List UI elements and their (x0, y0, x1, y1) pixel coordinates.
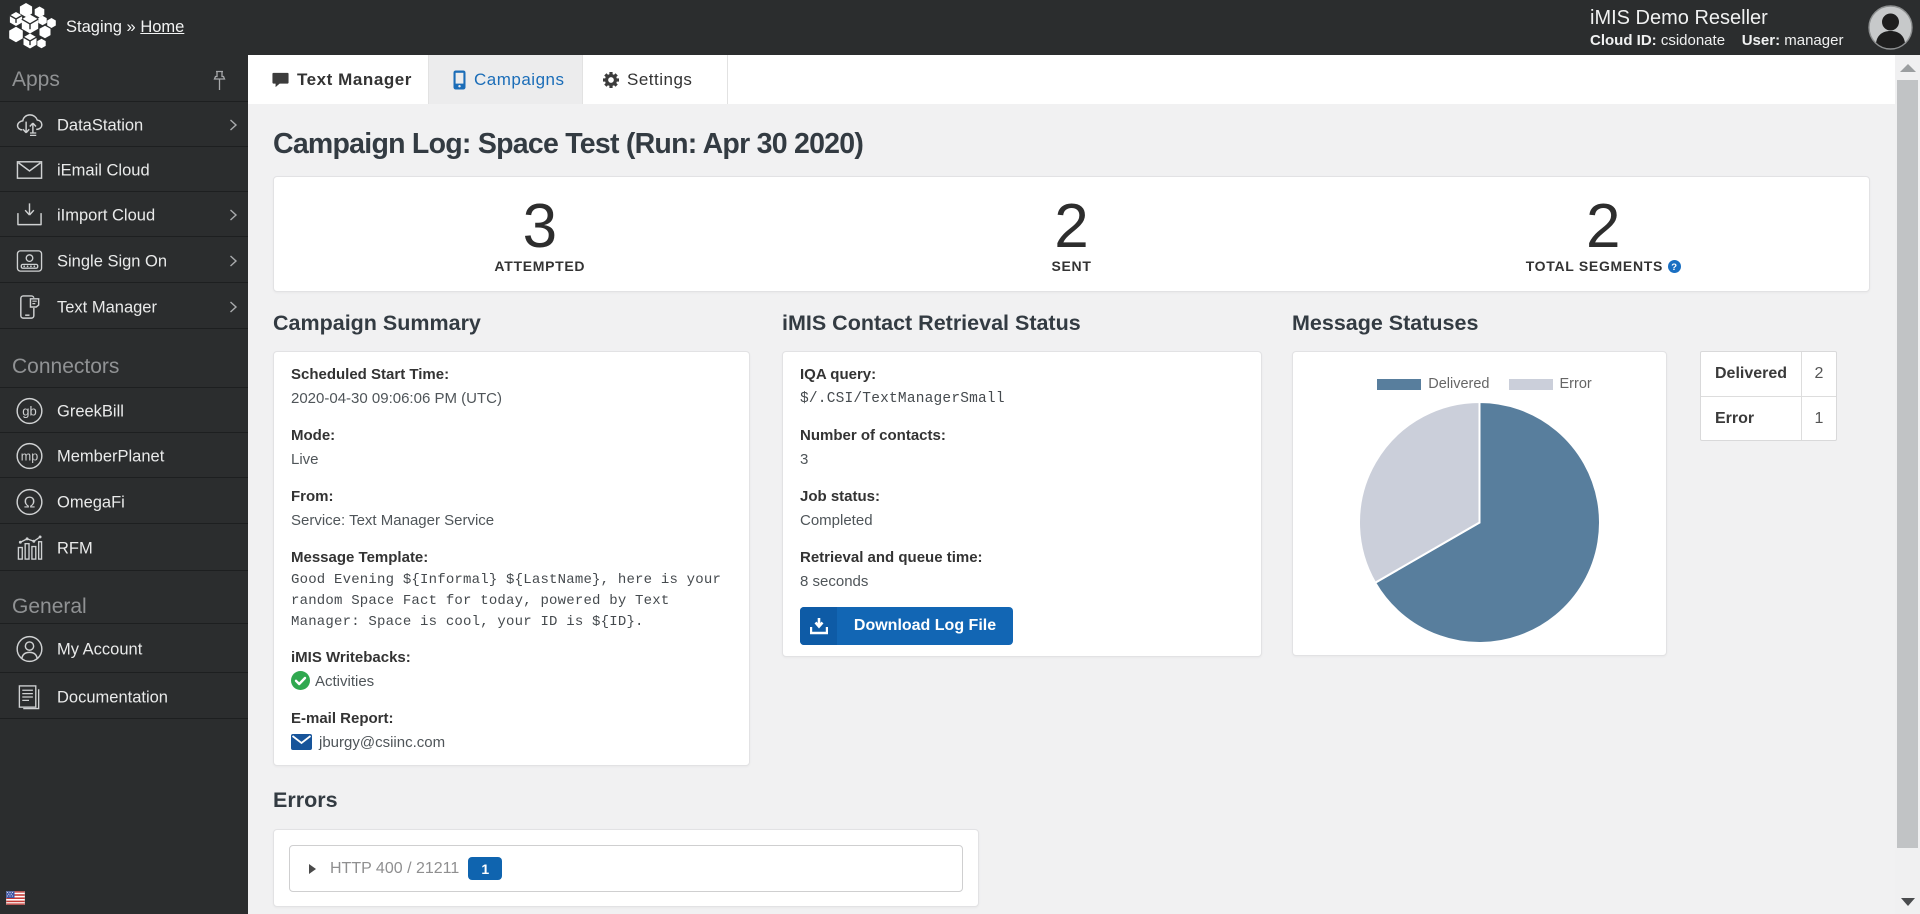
svg-text:Ω: Ω (24, 494, 36, 511)
svg-text:mp: mp (21, 450, 38, 464)
svg-text:gb: gb (22, 404, 36, 419)
svg-text:?: ? (1671, 262, 1678, 273)
